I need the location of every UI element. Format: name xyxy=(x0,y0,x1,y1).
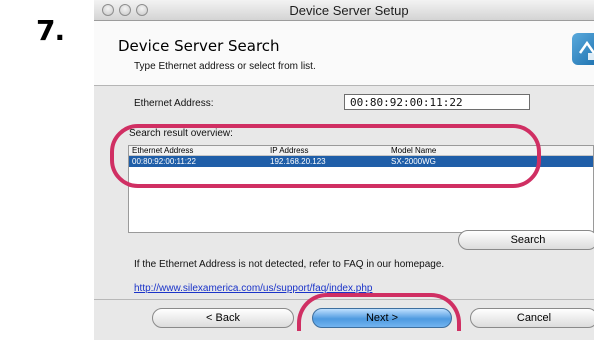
window-title: Device Server Setup xyxy=(289,3,409,18)
faq-note: If the Ethernet Address is not detected,… xyxy=(134,259,445,270)
page-subtitle: Type Ethernet address or select from lis… xyxy=(134,61,316,72)
next-highlight-ring xyxy=(297,293,461,331)
title-bar: Device Server Setup xyxy=(94,0,594,21)
ethernet-address-input[interactable]: 00:80:92:00:11:22 xyxy=(344,94,530,110)
ethernet-address-label: Ethernet Address: xyxy=(134,98,214,109)
cancel-button[interactable]: Cancel xyxy=(470,308,594,328)
search-button[interactable]: Search xyxy=(458,230,594,250)
setup-app-icon xyxy=(572,33,594,65)
back-button[interactable]: < Back xyxy=(152,308,294,328)
results-highlight-ring xyxy=(110,124,541,188)
page-title: Device Server Search xyxy=(118,37,280,55)
step-number: 7. xyxy=(36,14,65,47)
wizard-header: Device Server Search Type Ethernet addre… xyxy=(94,21,594,86)
